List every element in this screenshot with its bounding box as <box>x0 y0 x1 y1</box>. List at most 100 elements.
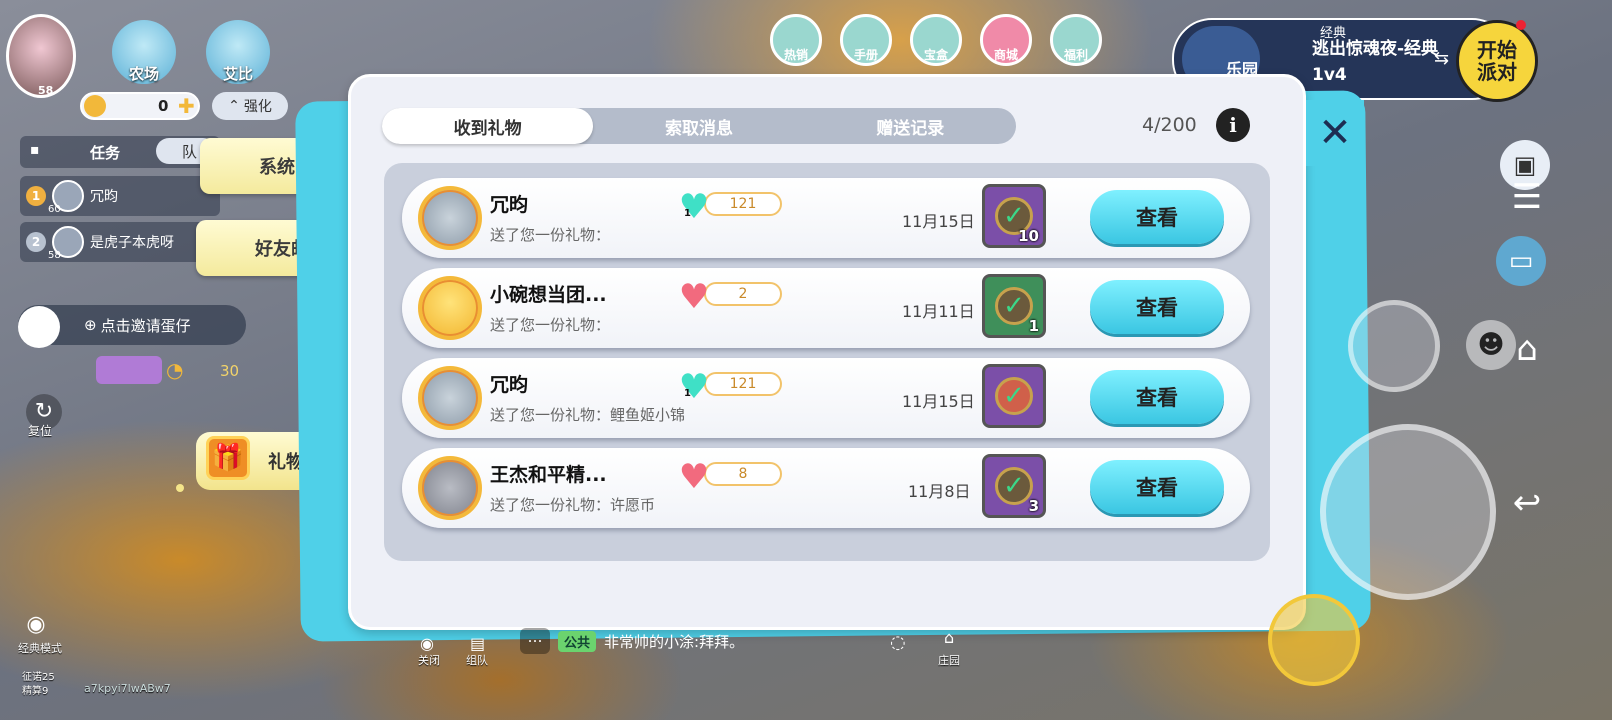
team-label: 组队 <box>466 654 488 667</box>
enhance-button[interactable]: ⌃ 强化 <box>212 92 288 120</box>
team-icon[interactable]: ▤ <box>470 634 485 653</box>
chat-bar[interactable]: … 公共 非常帅的小涂:拜拜。 <box>520 628 840 654</box>
gift-date: 11月8日 <box>908 482 971 501</box>
heart-level: 1 <box>684 208 691 219</box>
stat-line-1: 征诺25 <box>22 672 55 683</box>
start-party-label: 开始派对 <box>1477 38 1517 84</box>
add-coin-icon[interactable]: ✚ <box>178 94 195 118</box>
start-party-button[interactable]: 开始派对 <box>1456 20 1538 102</box>
intimacy-value: 121 <box>704 192 782 216</box>
shop-icon[interactable]: 商城 <box>980 14 1032 66</box>
claimed-check-icon: ✓ <box>995 287 1033 325</box>
stopwatch-icon: ◔ <box>166 358 184 382</box>
notification-dot <box>1516 20 1526 30</box>
gift-item[interactable]: ✓ <box>982 364 1046 428</box>
farm-label: 农场 <box>128 65 159 83</box>
hot-sale-label: 热销 <box>783 48 808 62</box>
handbook-label: 手册 <box>853 48 878 62</box>
sender-avatar[interactable] <box>418 186 482 250</box>
tab-request-messages[interactable]: 索取消息 <box>593 108 804 144</box>
sender-name: 冗昀 <box>490 194 529 216</box>
gift-date: 11月15日 <box>902 212 975 231</box>
tab-received-gifts[interactable]: 收到礼物 <box>382 108 594 144</box>
classic-mode-label: 经典模式 <box>18 642 62 655</box>
menu-icon[interactable]: ☰ <box>1502 172 1552 222</box>
home-icon[interactable]: ⌂ <box>1502 324 1552 374</box>
jump-button[interactable] <box>1268 594 1360 686</box>
aibi-button[interactable]: 艾比 <box>206 20 270 84</box>
rank-number: 1 <box>26 186 46 206</box>
gift-message: 送了您一份礼物：鲤鱼姬小锦 <box>490 406 686 424</box>
farm-button[interactable]: 农场 <box>112 20 176 84</box>
rank-level: 58 <box>48 250 61 261</box>
chat-icon: ▪ <box>30 142 40 158</box>
comment-icon[interactable]: ◌ <box>890 632 906 653</box>
treasure-box-label: 宝盒 <box>923 48 948 62</box>
sender-avatar[interactable] <box>418 456 482 520</box>
top-shortcut-bar: 热销 手册 宝盒 商城 福利 <box>770 14 1110 74</box>
rank-row[interactable]: 1 冗昀 60 <box>20 176 220 216</box>
gift-row: 小碗想当团... 送了您一份礼物： 2 ♥ 11月11日 ✓ 1 查看 <box>402 268 1250 348</box>
sender-avatar[interactable] <box>418 276 482 340</box>
heart-icon: ♥ <box>678 277 710 317</box>
user-code: a7kpyi7lwABw7 <box>84 682 171 695</box>
stat-line-2: 精算9 <box>22 686 49 697</box>
handbook-icon[interactable]: 手册 <box>840 14 892 66</box>
gift-row: 冗昀 送了您一份礼物：鲤鱼姬小锦 121 ♥ 1 11月15日 ✓ 查看 <box>402 358 1250 438</box>
reset-label: 复位 <box>28 424 53 438</box>
manor-label: 庄园 <box>938 654 960 667</box>
view-button[interactable]: 查看 <box>1090 280 1224 334</box>
vehicle-icon[interactable]: ▭ <box>1496 236 1546 286</box>
intimacy-value: 2 <box>704 282 782 306</box>
close-icon[interactable]: ✕ <box>1306 100 1364 166</box>
sender-name: 冗昀 <box>490 374 529 396</box>
gift-icon: 🎁 <box>206 436 250 480</box>
back-icon[interactable]: ↩ <box>1502 478 1552 528</box>
sender-name: 小碗想当团... <box>490 284 607 306</box>
gift-message: 送了您一份礼物： <box>490 226 611 244</box>
dot-indicator <box>176 484 184 492</box>
sender-name: 王杰和平精... <box>490 464 607 486</box>
chat-message: 非常帅的小涂:拜拜。 <box>604 632 745 651</box>
manor-icon[interactable]: ⌂ <box>944 628 954 647</box>
enhance-label: 强化 <box>243 99 272 115</box>
gift-item[interactable]: ✓ 3 <box>982 454 1046 518</box>
intimacy-value: 8 <box>704 462 782 486</box>
coin-amount: 0 <box>158 97 169 115</box>
info-icon[interactable]: i <box>1216 108 1250 142</box>
currency-count: 30 <box>220 362 240 380</box>
chat-channel: 公共 <box>558 630 597 652</box>
task-team-tabs: ▪ 任务 队 <box>20 136 220 168</box>
egg-icon[interactable] <box>96 356 162 384</box>
switch-icon[interactable]: ⇆ <box>1434 48 1449 69</box>
eye-icon[interactable]: ◉ <box>18 612 54 640</box>
rank-name: 冗昀 <box>90 189 118 205</box>
mute-icon[interactable]: ◉ <box>420 634 434 653</box>
gift-message: 送了您一份礼物： <box>490 316 611 334</box>
gift-item[interactable]: ✓ 10 <box>982 184 1046 248</box>
skill-button[interactable] <box>1348 300 1440 392</box>
hot-sale-icon[interactable]: 热销 <box>770 14 822 66</box>
view-button[interactable]: 查看 <box>1090 370 1224 424</box>
rank-row[interactable]: 2 是虎子本虎呀 58 <box>20 222 220 262</box>
gift-date: 11月15日 <box>902 392 975 411</box>
item-count: 10 <box>1018 227 1039 245</box>
heart-icon: ♥ <box>678 187 710 227</box>
gift-count: 4/200 <box>1142 114 1197 136</box>
treasure-box-icon[interactable]: 宝盒 <box>910 14 962 66</box>
gift-message: 送了您一份礼物：许愿币 <box>490 496 656 514</box>
item-count: 3 <box>1028 497 1039 515</box>
view-button[interactable]: 查看 <box>1090 460 1224 514</box>
gift-item[interactable]: ✓ 1 <box>982 274 1046 338</box>
add-icon: ⊕ <box>84 316 97 334</box>
welfare-icon[interactable]: 福利 <box>1050 14 1102 66</box>
tab-send-records[interactable]: 赠送记录 <box>805 108 1016 144</box>
sender-avatar[interactable] <box>418 366 482 430</box>
view-button[interactable]: 查看 <box>1090 190 1224 244</box>
item-count: 1 <box>1028 317 1039 335</box>
invite-slot-avatar[interactable] <box>18 306 60 348</box>
gift-date: 11月11日 <box>902 302 975 321</box>
gift-row: 冗昀 送了您一份礼物： 121 ♥ 1 11月15日 ✓ 10 查看 <box>402 178 1250 258</box>
tab-task[interactable]: 任务 <box>90 142 120 163</box>
action-joystick[interactable] <box>1320 424 1496 600</box>
